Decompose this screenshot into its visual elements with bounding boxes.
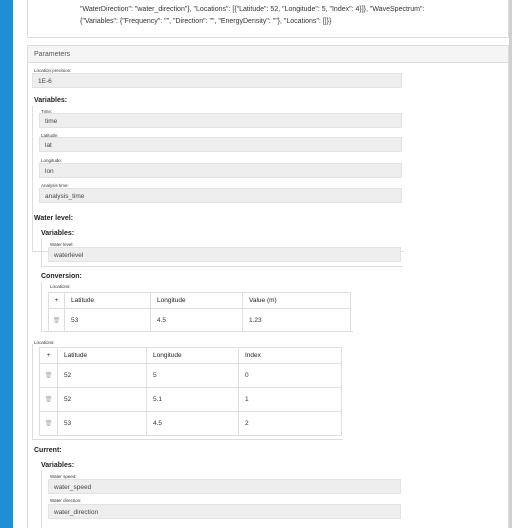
trash-icon[interactable]: 🗑 — [45, 397, 53, 403]
longitude-input[interactable]: lon — [39, 163, 402, 178]
current-variables-heading: Variables: — [41, 462, 75, 469]
column-header: Index — [238, 347, 342, 364]
json-preview-line: {"Variables": {"Frequency": "", "Directi… — [80, 18, 332, 25]
table-cell[interactable]: 1 — [238, 387, 342, 412]
delete-row-button[interactable]: 🗑 — [48, 308, 65, 332]
water-direction-label: Water direction: — [50, 498, 82, 503]
table-cell[interactable]: 4.5 — [150, 308, 243, 332]
table-cell[interactable]: 0 — [238, 363, 342, 388]
table-cell[interactable]: 4.5 — [146, 411, 239, 436]
trash-icon[interactable]: 🗑 — [45, 421, 53, 427]
table-row: 🗑 52 5 0 — [39, 363, 342, 388]
water-direction-input[interactable]: water_direction — [48, 504, 401, 519]
table-header-row: + Latitude Longitude Index — [39, 347, 342, 364]
left-accent-bar — [0, 0, 13, 528]
column-header: Latitude — [64, 292, 151, 309]
current-heading: Current: — [34, 447, 62, 454]
table-cell[interactable]: 1.23 — [242, 308, 351, 332]
table-cell[interactable]: 53 — [64, 308, 151, 332]
add-row-button[interactable]: + — [48, 292, 65, 309]
variables-heading: Variables: — [34, 97, 68, 104]
delete-row-button[interactable]: 🗑 — [39, 387, 58, 412]
water-level-variables-heading: Variables: — [41, 230, 75, 237]
json-preview-line: "WaterDirection": "water_direction"}, "L… — [80, 6, 425, 13]
column-header: Value (m) — [242, 292, 351, 309]
delete-row-button[interactable]: 🗑 — [39, 363, 58, 388]
table-cell[interactable]: 2 — [238, 411, 342, 436]
conversion-locations-label: Locations: — [50, 284, 71, 289]
delete-row-button[interactable]: 🗑 — [39, 411, 58, 436]
trash-icon[interactable]: 🗑 — [53, 318, 61, 324]
water-speed-input[interactable]: water_speed — [48, 479, 401, 494]
conversion-heading: Conversion: — [41, 273, 82, 280]
latitude-input[interactable]: lat — [39, 137, 402, 152]
water-level-heading: Water level: — [34, 215, 74, 222]
table-cell[interactable]: 52 — [57, 387, 147, 412]
parameters-panel: Parameters Location precision: 1E-6 Vari… — [27, 45, 509, 528]
locations-table: + Latitude Longitude Index 🗑 52 5 0 🗑 52… — [39, 347, 342, 436]
column-header: Longitude — [150, 292, 243, 309]
panel-title: Parameters — [28, 46, 508, 63]
time-input[interactable]: time — [39, 113, 402, 128]
table-row: 🗑 52 5.1 1 — [39, 387, 342, 412]
table-cell[interactable]: 5 — [146, 363, 239, 388]
table-header-row: + Latitude Longitude Value (m) — [48, 292, 351, 309]
table-row: 🗑 53 4.5 1.23 — [48, 308, 351, 332]
water-level-input[interactable]: waterlevel — [48, 247, 401, 262]
add-row-button[interactable]: + — [39, 347, 58, 364]
analysis-time-input[interactable]: analysis_time — [39, 188, 402, 203]
column-header: Latitude — [57, 347, 147, 364]
conversion-table: + Latitude Longitude Value (m) 🗑 53 4.5 … — [48, 292, 351, 332]
table-row: 🗑 53 4.5 2 — [39, 411, 342, 436]
column-header: Longitude — [146, 347, 239, 364]
table-cell[interactable]: 52 — [57, 363, 147, 388]
json-preview-panel: "WaterDirection": "water_direction"}, "L… — [27, 0, 509, 38]
location-precision-input[interactable]: 1E-6 — [32, 73, 402, 88]
trash-icon[interactable]: 🗑 — [45, 373, 53, 379]
table-cell[interactable]: 53 — [57, 411, 147, 436]
table-cell[interactable]: 5.1 — [146, 387, 239, 412]
